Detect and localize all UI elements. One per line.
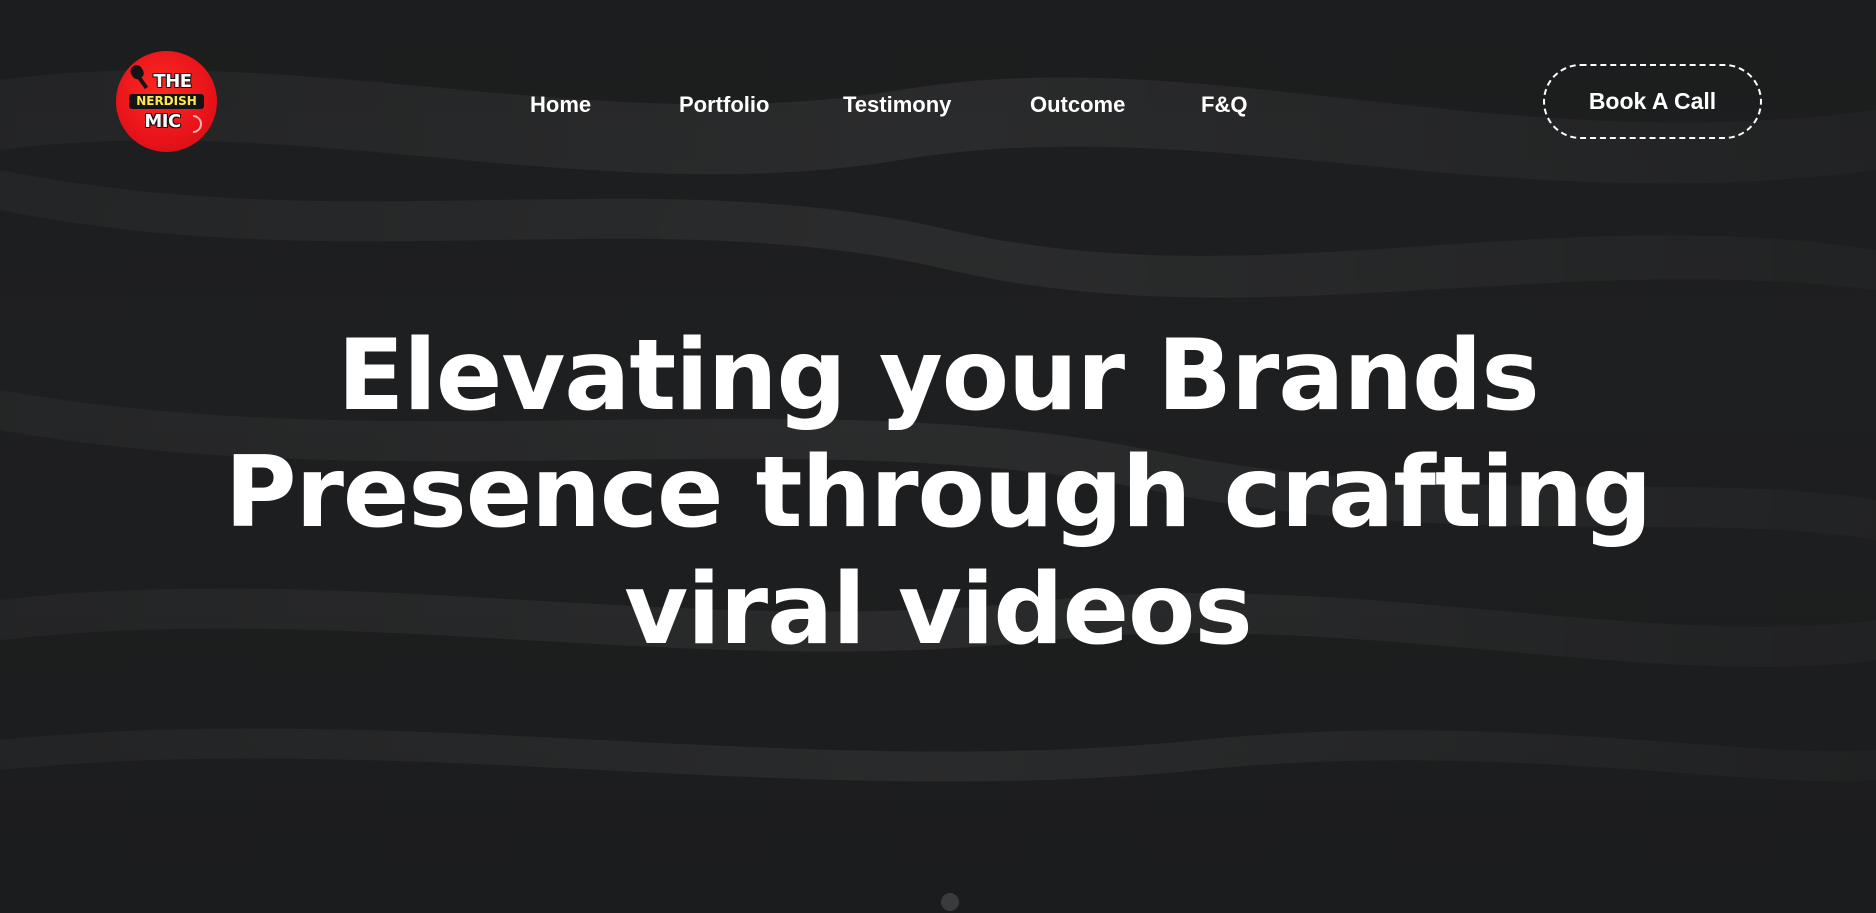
nav-portfolio[interactable]: Portfolio xyxy=(679,90,769,120)
nav-faq[interactable]: F&Q xyxy=(1201,90,1247,120)
hero-line-1: Elevating your Brands xyxy=(337,319,1539,433)
logo-text-nerdish: NERDISH xyxy=(129,94,204,109)
nav-outcome[interactable]: Outcome xyxy=(1030,90,1125,120)
logo-text-the: THE xyxy=(153,71,192,92)
landing-page: THE NERDISH MIC Home Portfolio Testimony… xyxy=(0,0,1876,913)
nav-home[interactable]: Home xyxy=(530,90,591,120)
brand-logo[interactable]: THE NERDISH MIC xyxy=(116,51,217,152)
nav-testimony[interactable]: Testimony xyxy=(843,90,951,120)
scroll-indicator-dot[interactable] xyxy=(941,893,959,911)
hero-line-3: viral videos xyxy=(624,553,1252,667)
hero-headline: Elevating your Brands Presence through c… xyxy=(0,318,1876,669)
hero-line-2: Presence through crafting xyxy=(224,436,1652,550)
book-a-call-button[interactable]: Book A Call xyxy=(1543,64,1762,139)
